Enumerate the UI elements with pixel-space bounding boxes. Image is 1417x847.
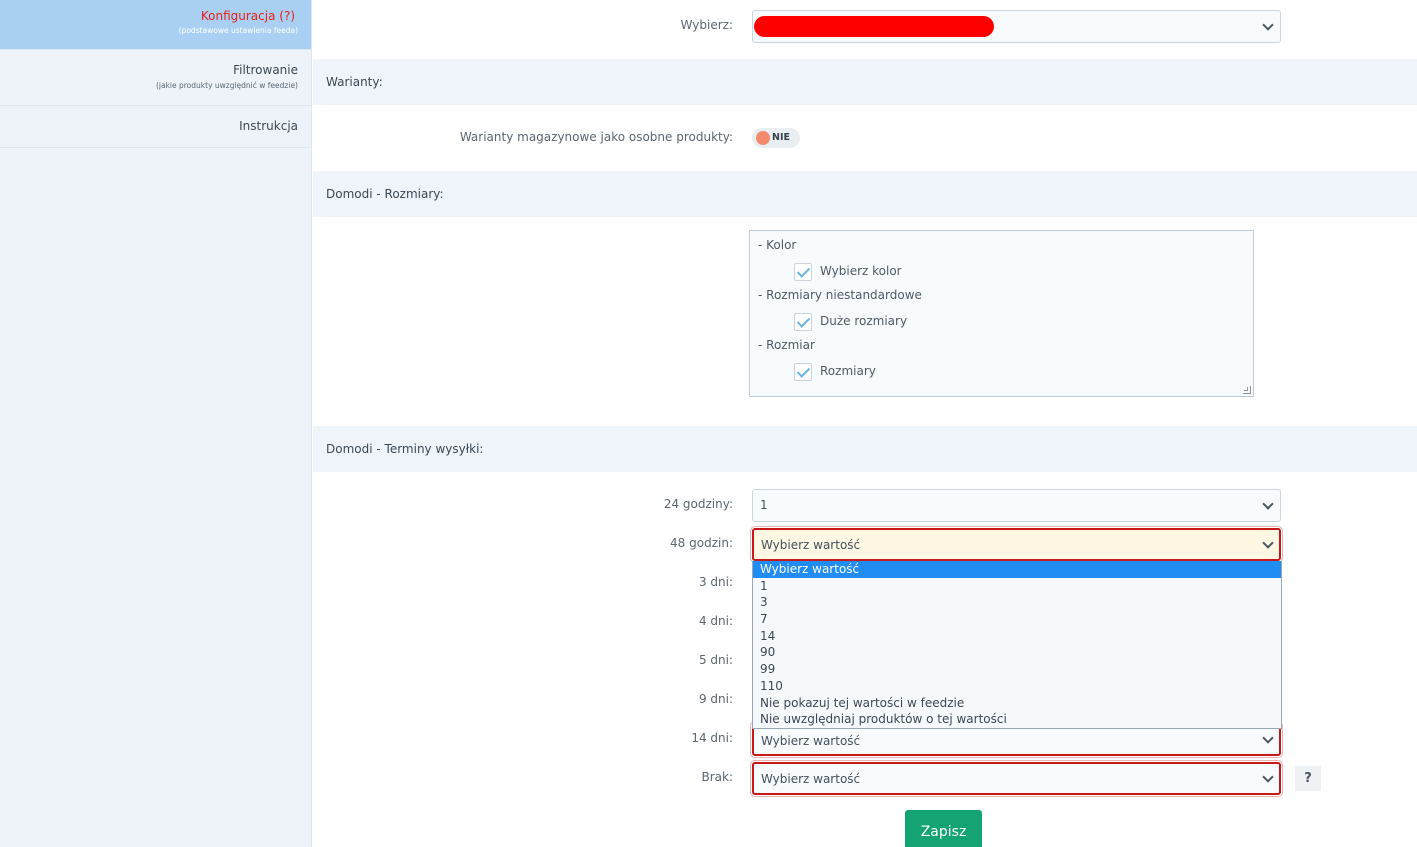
shipping-label-24h: 24 godziny:	[663, 497, 733, 511]
shipping-label-brak: Brak:	[701, 770, 733, 784]
dropdown-option[interactable]: Nie uwzględniaj produktów o tej wartości	[753, 711, 1281, 728]
dropdown-option[interactable]: 1	[753, 578, 1281, 595]
shipping-label-9d: 9 dni:	[698, 692, 733, 706]
tree-option-label: Duże rozmiary	[820, 314, 908, 328]
select-value: Wybierz wartość	[761, 734, 861, 748]
chevron-down-icon	[1262, 732, 1274, 744]
shipping-label-5d: 5 dni:	[698, 653, 733, 667]
shipping-select-24h[interactable]: 1	[752, 489, 1281, 522]
tree-group: - Kolor	[758, 238, 797, 252]
sidebar-item-sublabel: (podstawowe ustawienia feeda)	[178, 26, 298, 35]
shipping-label-14d: 14 dni:	[691, 731, 733, 745]
sidebar-item-filtrowanie[interactable]: Filtrowanie (jakie produkty uwzględnić w…	[0, 50, 311, 106]
shipping-label-3d: 3 dni:	[698, 575, 733, 589]
shipping-label-4d: 4 dni:	[698, 614, 733, 628]
tree-option-label: Rozmiary	[820, 364, 876, 378]
shipping-select-48h[interactable]: Wybierz wartość	[750, 526, 1283, 563]
sidebar-item-label: Konfiguracja (?)	[200, 9, 295, 23]
sidebar-item-konfiguracja[interactable]: Konfiguracja (?) (podstawowe ustawienia …	[0, 0, 311, 50]
dropdown-option[interactable]: 110	[753, 678, 1281, 695]
toggle-knob	[756, 131, 770, 145]
select-value: Wybierz wartość	[761, 772, 861, 786]
variants-toggle[interactable]: NIE	[752, 128, 800, 148]
toggle-text: NIE	[772, 132, 790, 143]
sidebar-item-label: Instrukcja	[239, 119, 298, 133]
main-content: Wybierz: Warianty: Warianty magazynowe j…	[313, 0, 1417, 847]
sidebar-item-instrukcja[interactable]: Instrukcja	[0, 106, 311, 148]
section-header-rozmiary: Domodi - Rozmiary:	[313, 171, 1417, 217]
dropdown-option[interactable]: Nie pokazuj tej wartości w feedzie	[753, 695, 1281, 712]
chevron-down-icon	[1262, 19, 1274, 31]
section-header-terminy: Domodi - Terminy wysyłki:	[313, 426, 1417, 472]
tree-group: - Rozmiar	[758, 338, 815, 352]
chevron-down-icon	[1262, 537, 1274, 549]
dropdown-option[interactable]: 99	[753, 661, 1281, 678]
top-select-label: Wybierz:	[680, 18, 733, 32]
dropdown-list-48h[interactable]: Wybierz wartość 1 3 7 14 90 99 110 Nie p…	[752, 561, 1282, 729]
shipping-select-brak[interactable]: Wybierz wartość	[750, 760, 1283, 797]
checkbox-checked-icon[interactable]	[794, 263, 812, 281]
chevron-down-icon	[1262, 771, 1274, 783]
select-value: Wybierz wartość	[761, 538, 861, 552]
dropdown-option[interactable]: 90	[753, 644, 1281, 661]
checkbox-checked-icon[interactable]	[794, 363, 812, 381]
save-button[interactable]: Zapisz	[905, 810, 982, 847]
sidebar: Konfiguracja (?) (podstawowe ustawienia …	[0, 0, 312, 847]
dropdown-option[interactable]: 14	[753, 628, 1281, 645]
shipping-label-48h: 48 godzin:	[670, 536, 733, 550]
sidebar-item-sublabel: (jakie produkty uwzględnić w feedzie)	[155, 81, 298, 90]
redacted-value	[754, 16, 994, 37]
variants-label: Warianty magazynowe jako osobne produkty…	[459, 130, 733, 144]
tree-option-label: Wybierz kolor	[820, 264, 902, 278]
section-header-warianty: Warianty:	[313, 59, 1417, 105]
sidebar-item-label: Filtrowanie	[233, 63, 298, 77]
select-value: 1	[760, 498, 768, 512]
help-icon[interactable]: ?	[1295, 766, 1321, 791]
top-select[interactable]	[752, 10, 1281, 43]
dropdown-option[interactable]: 3	[753, 594, 1281, 611]
checkbox-checked-icon[interactable]	[794, 313, 812, 331]
sizes-tree[interactable]: - Kolor Wybierz kolor - Rozmiary niestan…	[749, 230, 1254, 397]
dropdown-option[interactable]: 7	[753, 611, 1281, 628]
dropdown-option[interactable]: Wybierz wartość	[753, 561, 1281, 578]
resize-handle-icon[interactable]	[1243, 386, 1251, 394]
chevron-down-icon	[1262, 498, 1274, 510]
tree-group: - Rozmiary niestandardowe	[758, 288, 922, 302]
